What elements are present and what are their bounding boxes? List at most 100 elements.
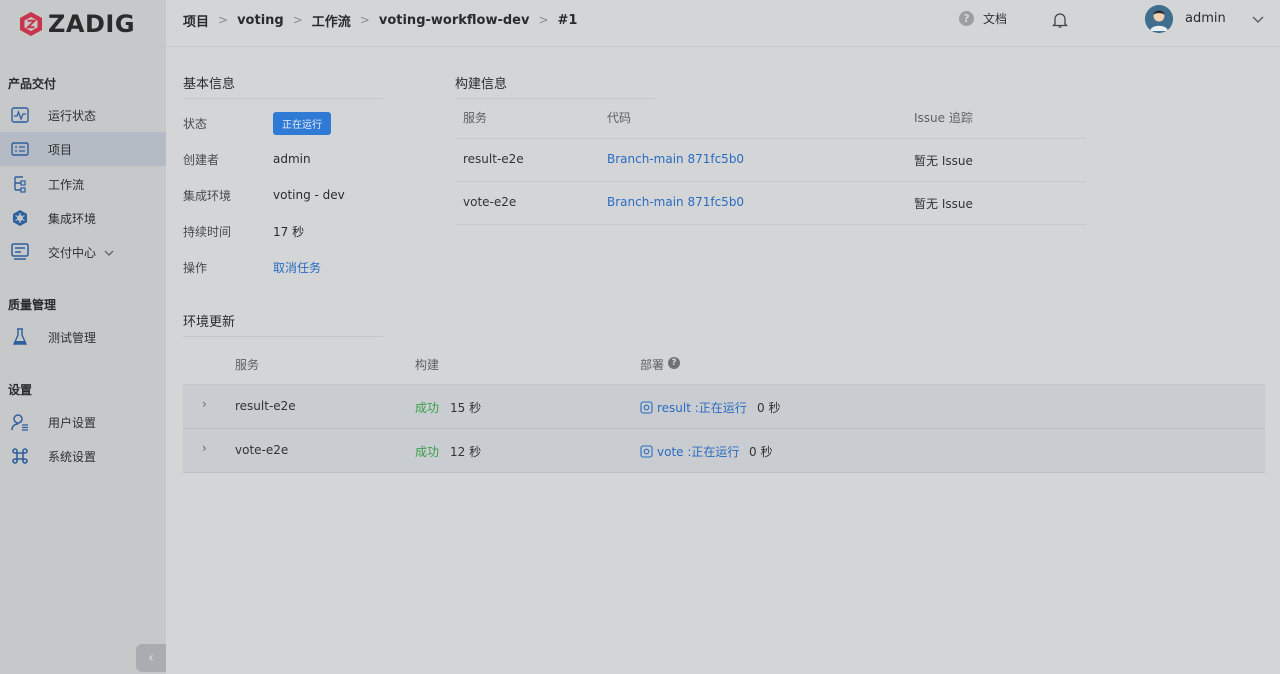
nav-group-quality: 质量管理 (8, 298, 57, 312)
sidebar: ZADIG 产品交付 运行状态 项目 工作流 集成环境 交付中心 质量管理 测试… (0, 0, 166, 674)
cancel-task-link[interactable]: 取消任务 (273, 259, 321, 276)
pulse-monitor-icon (10, 105, 30, 125)
sidebar-item-label: 运行状态 (48, 108, 97, 123)
bell-icon[interactable] (1051, 11, 1069, 32)
help-circle-icon[interactable]: ? (668, 357, 680, 369)
sidebar-item-user-settings[interactable]: 用户设置 (0, 405, 166, 439)
build-status: 成功 (415, 445, 440, 459)
build-duration: 15 秒 (450, 401, 482, 415)
status-badge: 正在运行 (273, 111, 331, 135)
breadcrumb-item[interactable]: voting (237, 13, 284, 28)
sidebar-item-label: 系统设置 (48, 449, 97, 464)
env-update-table: 服务 构建 部署 ? › result-e2e 成功 15 秒 result :… (183, 344, 1265, 473)
env-value: voting - dev (273, 188, 345, 202)
creator-label: 创建者 (183, 152, 220, 167)
table-row: result-e2e Branch-main 871fc5b0 暂无 Issue (456, 139, 1086, 182)
action-row: 操作 取消任务 (183, 257, 321, 277)
workflow-tree-icon (10, 174, 30, 194)
status-row: 状态 正在运行 (183, 111, 331, 135)
chevron-left-icon: ‹ (148, 650, 154, 666)
docs-link[interactable]: ? 文档 (959, 10, 1007, 27)
delivery-center-icon (10, 242, 30, 262)
breadcrumb-separator: > (538, 13, 549, 27)
service-name: result-e2e (235, 399, 296, 413)
top-header: 项目 > voting > 工作流 > voting-workflow-dev … (166, 0, 1280, 47)
sidebar-item-status[interactable]: 运行状态 (0, 98, 166, 132)
deploy-service-icon (640, 445, 653, 458)
build-duration: 12 秒 (450, 445, 482, 459)
service-name: vote-e2e (235, 443, 289, 457)
deploy-link[interactable]: result :正在运行 (640, 399, 747, 416)
action-label: 操作 (183, 260, 208, 275)
sidebar-item-label: 集成环境 (48, 211, 97, 226)
sidebar-item-label: 用户设置 (48, 415, 97, 430)
help-circle-icon: ? (959, 11, 974, 26)
sidebar-item-test[interactable]: 测试管理 (0, 320, 166, 354)
issue-value: 暂无 Issue (914, 197, 973, 211)
env-row: 集成环境 voting - dev (183, 185, 345, 205)
status-label: 状态 (183, 116, 208, 131)
cluster-env-icon (10, 208, 30, 228)
sidebar-item-label: 工作流 (48, 177, 85, 192)
column-header-service: 服务 (463, 111, 488, 125)
flask-icon (10, 327, 30, 347)
zadig-logo-icon (20, 12, 42, 36)
table-header: 服务 构建 部署 ? (183, 344, 1265, 385)
breadcrumb-item[interactable]: voting-workflow-dev (379, 13, 530, 28)
column-header-service: 服务 (235, 358, 260, 372)
duration-row: 持续时间 17 秒 (183, 221, 304, 241)
avatar[interactable] (1145, 5, 1173, 33)
duration-label: 持续时间 (183, 224, 232, 239)
expand-chevron-icon[interactable]: › (202, 441, 207, 455)
service-name: result-e2e (463, 152, 524, 166)
table-row[interactable]: › result-e2e 成功 15 秒 result :正在运行 0 秒 (183, 385, 1265, 429)
build-info-title: 构建信息 (455, 73, 655, 99)
build-info-table: 服务 代码 Issue 追踪 result-e2e Branch-main 87… (456, 100, 1086, 225)
commit-link[interactable]: Branch-main 871fc5b0 (607, 195, 744, 209)
breadcrumb-separator: > (292, 13, 303, 27)
nav-group-settings: 设置 (8, 383, 33, 397)
commit-link[interactable]: Branch-main 871fc5b0 (607, 152, 744, 166)
breadcrumb-item-current: #1 (557, 12, 578, 28)
sidebar-item-workflow[interactable]: 工作流 (0, 167, 166, 201)
breadcrumb-separator: > (359, 13, 370, 27)
duration-value: 17 秒 (273, 224, 305, 239)
sidebar-item-delivery-center[interactable]: 交付中心 (0, 235, 166, 269)
deploy-status: vote :正在运行 (657, 445, 740, 459)
build-status: 成功 (415, 401, 440, 415)
breadcrumb: 项目 > voting > 工作流 > voting-workflow-dev … (183, 10, 577, 30)
chevron-down-icon[interactable] (1252, 12, 1264, 26)
deploy-status: result :正在运行 (657, 401, 747, 415)
sidebar-item-system-settings[interactable]: 系统设置 (0, 439, 166, 473)
deploy-link[interactable]: vote :正在运行 (640, 443, 739, 460)
creator-value: admin (273, 152, 311, 166)
table-row: vote-e2e Branch-main 871fc5b0 暂无 Issue (456, 182, 1086, 225)
deploy-duration: 0 秒 (757, 401, 781, 415)
column-header-code: 代码 (607, 111, 632, 125)
sidebar-collapse-button[interactable]: ‹ (136, 644, 166, 672)
column-header-issue: Issue 追踪 (914, 111, 973, 125)
sidebar-item-label: 项目 (48, 142, 73, 157)
column-header-build: 构建 (415, 358, 440, 372)
expand-chevron-icon[interactable]: › (202, 397, 207, 411)
table-row[interactable]: › vote-e2e 成功 12 秒 vote :正在运行 0 秒 (183, 429, 1265, 473)
breadcrumb-separator: > (218, 13, 229, 27)
deploy-service-icon (640, 401, 653, 414)
user-settings-icon (10, 412, 30, 432)
brand-name: ZADIG (48, 10, 136, 38)
table-header: 服务 代码 Issue 追踪 (456, 100, 1086, 139)
sidebar-item-env[interactable]: 集成环境 (0, 201, 166, 235)
issue-value: 暂无 Issue (914, 154, 973, 168)
basic-info-title: 基本信息 (183, 73, 383, 99)
command-icon (10, 446, 30, 466)
env-update-title: 环境更新 (183, 311, 383, 337)
deploy-duration: 0 秒 (749, 445, 773, 459)
docs-label: 文档 (983, 12, 1008, 26)
project-list-icon (10, 139, 30, 159)
breadcrumb-item[interactable]: 工作流 (312, 11, 351, 30)
breadcrumb-item[interactable]: 项目 (183, 11, 209, 30)
username[interactable]: admin (1185, 11, 1226, 26)
logo[interactable]: ZADIG (18, 10, 135, 38)
chevron-down-icon[interactable] (104, 245, 114, 259)
sidebar-item-project[interactable]: 项目 (0, 132, 166, 166)
